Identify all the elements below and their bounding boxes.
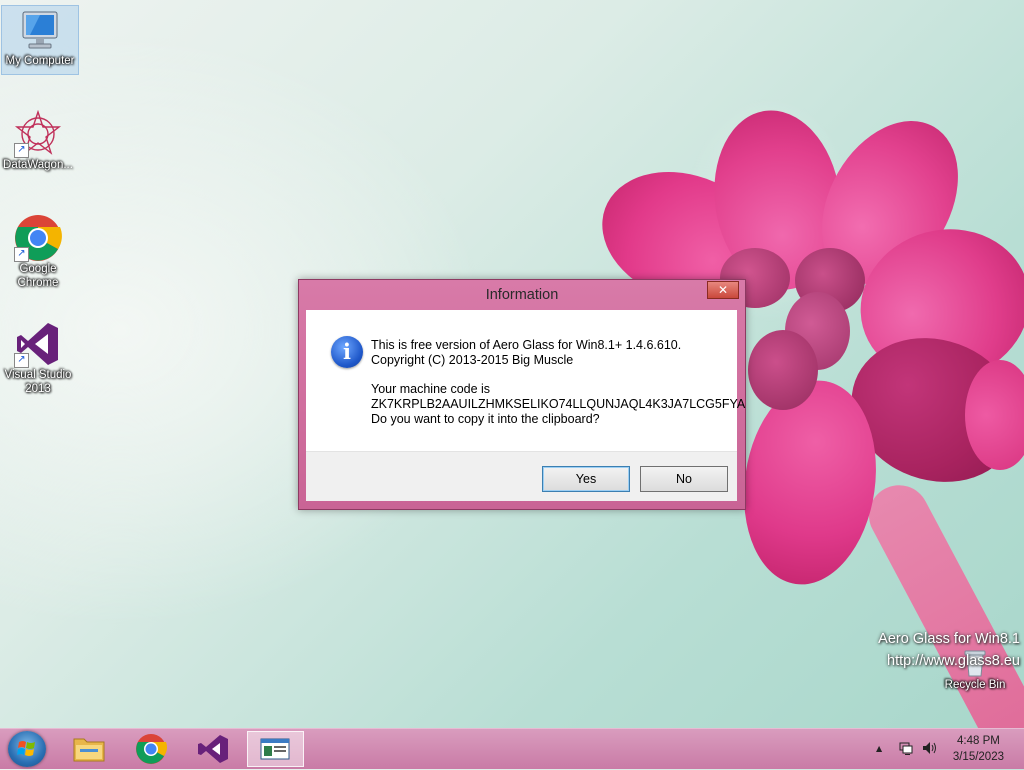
- desktop-icon-label: Recycle Bin: [944, 679, 1006, 691]
- windows-logo-icon: [17, 741, 35, 756]
- dialog-client: i This is free version of Aero Glass for…: [306, 310, 745, 501]
- show-hidden-icons-chevron[interactable]: ▲: [876, 744, 882, 753]
- watermark-url: http://www.glass8.eu: [887, 653, 1020, 669]
- message-line: Your machine code is: [371, 382, 491, 396]
- shortcut-arrow-icon: ↗: [14, 353, 29, 368]
- message-line: Do you want to copy it into the clipboar…: [371, 412, 600, 426]
- start-button[interactable]: [8, 731, 46, 767]
- file-explorer-icon: [73, 738, 105, 762]
- desktop-icon-visual-studio[interactable]: ↗ Visual Studio 2013: [0, 320, 76, 396]
- visual-studio-icon: ↗: [14, 320, 62, 368]
- dialog-title: Information: [485, 287, 559, 303]
- volume-icon[interactable]: [921, 740, 939, 759]
- button-area: Yes No: [306, 451, 737, 501]
- desktop-icon-label: My Computer: [5, 55, 75, 67]
- datawagon-icon: ↗: [14, 109, 62, 158]
- desktop-icon-label: Google Chrome: [17, 263, 59, 289]
- no-button[interactable]: No: [640, 466, 728, 492]
- watermark-title: Aero Glass for Win8.1: [878, 631, 1020, 647]
- clock-date: 3/15/2023: [952, 751, 1004, 763]
- message-line: This is free version of Aero Glass for W…: [371, 338, 682, 352]
- shortcut-arrow-icon: ↗: [14, 247, 29, 262]
- dialog-titlebar[interactable]: Information ✕: [299, 280, 745, 310]
- chrome-icon: ↗: [14, 214, 62, 262]
- desktop-icon-datawagon[interactable]: ↗ DataWagon...: [0, 109, 76, 172]
- app-window-icon: [260, 738, 290, 760]
- chrome-icon: [136, 734, 167, 764]
- information-dialog: Information ✕ i This is free version of …: [298, 279, 746, 510]
- taskbar: ▲ 4:48 PM 3/15/2023: [0, 728, 1024, 769]
- message-area: i This is free version of Aero Glass for…: [306, 310, 745, 451]
- close-button[interactable]: ✕: [707, 281, 739, 299]
- desktop-icon-label: Visual Studio 2013: [4, 369, 72, 395]
- yes-button[interactable]: Yes: [542, 466, 630, 492]
- taskbar-app-window[interactable]: [247, 731, 304, 767]
- desktop-icon-my-computer[interactable]: My Computer: [1, 5, 79, 75]
- computer-icon: [16, 6, 64, 54]
- taskbar-chrome[interactable]: [124, 731, 178, 767]
- taskbar-clock[interactable]: 4:48 PM 3/15/2023: [953, 733, 1004, 765]
- desktop-icon-google-chrome[interactable]: ↗ Google Chrome: [0, 214, 76, 290]
- desktop-icon-label: DataWagon...: [3, 159, 73, 171]
- clock-time: 4:48 PM: [957, 735, 1000, 747]
- shortcut-arrow-icon: ↗: [14, 143, 29, 158]
- message-line: Copyright (C) 2013-2015 Big Muscle: [371, 353, 574, 367]
- taskbar-visual-studio[interactable]: [186, 731, 240, 767]
- taskbar-file-explorer[interactable]: [62, 731, 116, 767]
- information-icon: i: [331, 336, 363, 368]
- network-icon[interactable]: [898, 740, 914, 759]
- visual-studio-icon: [198, 735, 228, 763]
- machine-code: ZK7KRPLB2AAUILZHMKSELIKO74LLQUNJAQL4K3JA…: [371, 397, 746, 411]
